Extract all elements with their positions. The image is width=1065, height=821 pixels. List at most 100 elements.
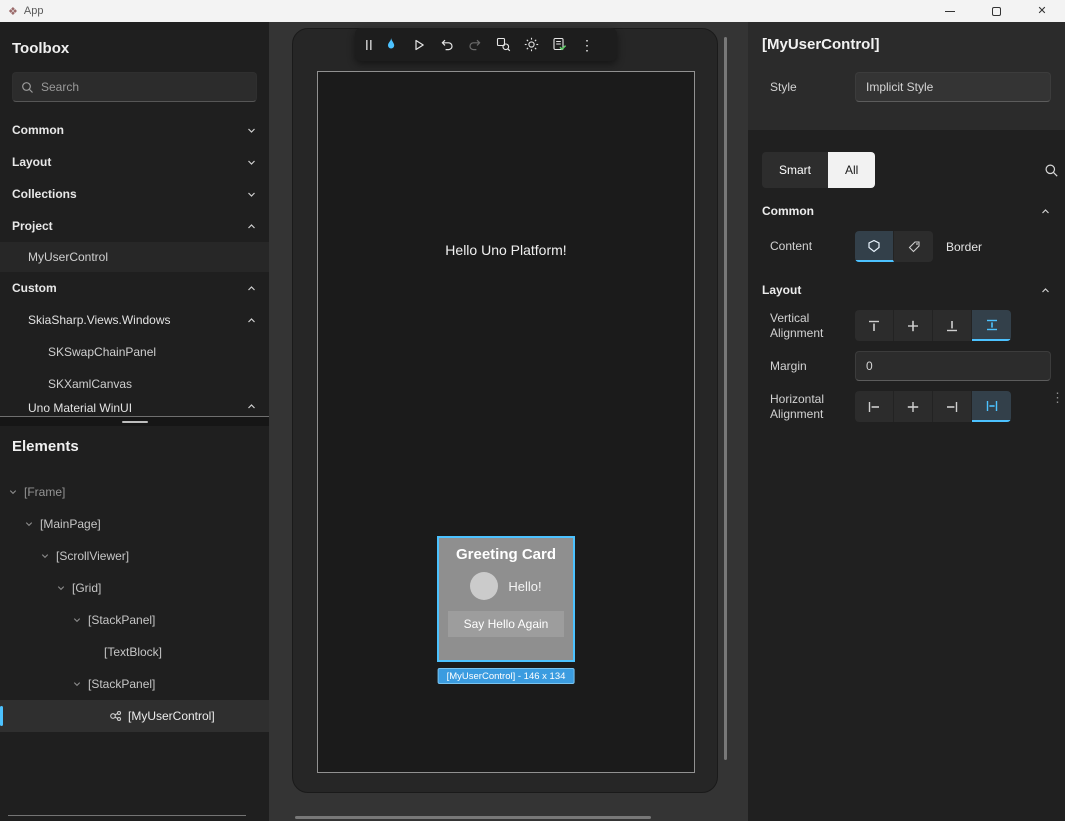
- undo-button[interactable]: [433, 31, 461, 58]
- content-tag-toggle[interactable]: [894, 231, 933, 262]
- inspect-element-button[interactable]: [489, 31, 517, 58]
- section-common[interactable]: Common: [748, 196, 1065, 226]
- tree-item-grid[interactable]: [Grid]: [0, 572, 269, 604]
- tab-all[interactable]: All: [828, 152, 875, 188]
- align-hstretch-icon: [985, 399, 999, 413]
- chevron-down-icon[interactable]: [40, 551, 50, 561]
- maximize-icon: [992, 7, 1001, 16]
- align-right-button[interactable]: [933, 391, 972, 422]
- horizontal-alignment-toggle: [855, 391, 1011, 422]
- content-row: Content Border: [748, 226, 1065, 267]
- card-ellipse[interactable]: [470, 572, 498, 600]
- tree-item-stackpanel-2[interactable]: [StackPanel]: [0, 668, 269, 700]
- content-label: Content: [762, 239, 855, 253]
- align-left-icon: [867, 400, 881, 414]
- chevron-up-icon[interactable]: [246, 401, 257, 412]
- vertical-scrollbar[interactable]: [724, 37, 727, 760]
- tree-item-frame[interactable]: [Frame]: [0, 476, 269, 508]
- close-icon: ✕: [1037, 6, 1046, 17]
- horizontal-scrollbar[interactable]: [295, 816, 651, 819]
- toolbox-section-layout[interactable]: Layout: [0, 146, 269, 178]
- toolbox-section-custom[interactable]: Custom: [0, 272, 269, 304]
- chevron-down-icon[interactable]: [72, 679, 82, 689]
- minimize-button[interactable]: [927, 0, 973, 22]
- align-top-button[interactable]: [855, 310, 894, 341]
- chevron-down-icon[interactable]: [246, 125, 257, 136]
- vertical-alignment-toggle: [855, 310, 1011, 341]
- chevron-down-icon[interactable]: [56, 583, 66, 593]
- chevron-up-icon[interactable]: [1040, 206, 1051, 217]
- app-logo-icon: ❖: [8, 5, 18, 18]
- play-button[interactable]: [405, 31, 433, 58]
- undo-icon: [440, 38, 454, 52]
- minimize-icon: [945, 11, 955, 12]
- toolbox-section-project[interactable]: Project: [0, 210, 269, 242]
- tree-item-textblock[interactable]: [TextBlock]: [0, 636, 269, 668]
- tree-item-scrollviewer[interactable]: [ScrollViewer]: [0, 540, 269, 572]
- tree-item-stackpanel-1[interactable]: [StackPanel]: [0, 604, 269, 636]
- chevron-up-icon[interactable]: [246, 283, 257, 294]
- chevron-down-icon[interactable]: [246, 157, 257, 168]
- align-hcenter-button[interactable]: [894, 391, 933, 422]
- properties-panel: [MyUserControl] Style Smart All Common C…: [748, 22, 1065, 821]
- align-right-icon: [945, 400, 959, 414]
- toolbox-section-common[interactable]: Common: [0, 114, 269, 146]
- card-greeting-text[interactable]: Hello!: [508, 579, 541, 594]
- toolbox-item-myusercontrol[interactable]: MyUserControl: [0, 242, 269, 272]
- selected-element-title: [MyUserControl]: [762, 36, 1051, 53]
- toolbox-group-skiasharp[interactable]: SkiaSharp.Views.Windows: [0, 304, 269, 336]
- margin-field[interactable]: [855, 351, 1051, 381]
- chevron-down-icon[interactable]: [72, 615, 82, 625]
- panel-splitter[interactable]: [0, 416, 269, 426]
- section-layout[interactable]: Layout: [748, 275, 1065, 305]
- toolbox-group-uno-material[interactable]: Uno Material WinUI: [0, 400, 269, 416]
- card-button[interactable]: Say Hello Again: [448, 611, 564, 637]
- toolbox-section-collections[interactable]: Collections: [0, 178, 269, 210]
- align-hstretch-button[interactable]: [972, 391, 1011, 422]
- properties-search-button[interactable]: [1044, 163, 1059, 178]
- margin-label: Margin: [762, 359, 855, 373]
- chevron-up-icon[interactable]: [1040, 285, 1051, 296]
- chevron-down-icon[interactable]: [24, 519, 34, 529]
- hot-reload-button[interactable]: [377, 31, 405, 58]
- content-element-icon: [867, 239, 881, 253]
- align-vstretch-button[interactable]: [972, 310, 1011, 341]
- selected-usercontrol[interactable]: Greeting Card Hello! Say Hello Again: [437, 536, 575, 662]
- tab-smart[interactable]: Smart: [762, 152, 828, 188]
- chevron-up-icon[interactable]: [246, 315, 257, 326]
- elements-title: Elements: [0, 426, 269, 476]
- content-element-toggle[interactable]: [855, 231, 894, 262]
- tree-item-mainpage[interactable]: [MainPage]: [0, 508, 269, 540]
- close-button[interactable]: ✕: [1019, 0, 1065, 22]
- tree-item-myusercontrol[interactable]: [MyUserControl]: [0, 700, 269, 732]
- toolbar-drag-handle[interactable]: [361, 39, 377, 51]
- more-icon[interactable]: ⋮: [1051, 390, 1064, 406]
- style-field[interactable]: [855, 72, 1051, 102]
- inspect-icon: [496, 37, 511, 52]
- redo-button[interactable]: [461, 31, 489, 58]
- search-input[interactable]: [41, 80, 248, 94]
- maximize-button[interactable]: [973, 0, 1019, 22]
- chevron-down-icon[interactable]: [8, 487, 18, 497]
- sidebar-bottom-splitter[interactable]: [8, 815, 246, 816]
- toolbox-item-skswapchainpanel[interactable]: SKSwapChainPanel: [0, 336, 269, 368]
- align-left-button[interactable]: [855, 391, 894, 422]
- toolbox-search[interactable]: [12, 72, 257, 102]
- vertical-alignment-row: Vertical Alignment: [748, 305, 1065, 346]
- chevron-down-icon[interactable]: [246, 189, 257, 200]
- toolbox-item-skxamlcanvas[interactable]: SKXamlCanvas: [0, 368, 269, 400]
- align-bottom-icon: [945, 319, 959, 333]
- align-bottom-button[interactable]: [933, 310, 972, 341]
- theme-toggle-button[interactable]: [517, 31, 545, 58]
- align-vcenter-button[interactable]: [894, 310, 933, 341]
- validate-button[interactable]: [545, 31, 573, 58]
- toolbar-more-button[interactable]: ⋮: [573, 31, 601, 58]
- chevron-up-icon[interactable]: [246, 221, 257, 232]
- properties-tabs: Smart All: [762, 152, 1057, 188]
- card-title[interactable]: Greeting Card: [447, 546, 565, 563]
- style-label: Style: [762, 80, 855, 94]
- design-surface[interactable]: Hello Uno Platform! Greeting Card Hello!…: [317, 71, 695, 773]
- redo-icon: [468, 38, 482, 52]
- splitter-grip[interactable]: [122, 421, 148, 423]
- canvas-textblock[interactable]: Hello Uno Platform!: [318, 242, 694, 258]
